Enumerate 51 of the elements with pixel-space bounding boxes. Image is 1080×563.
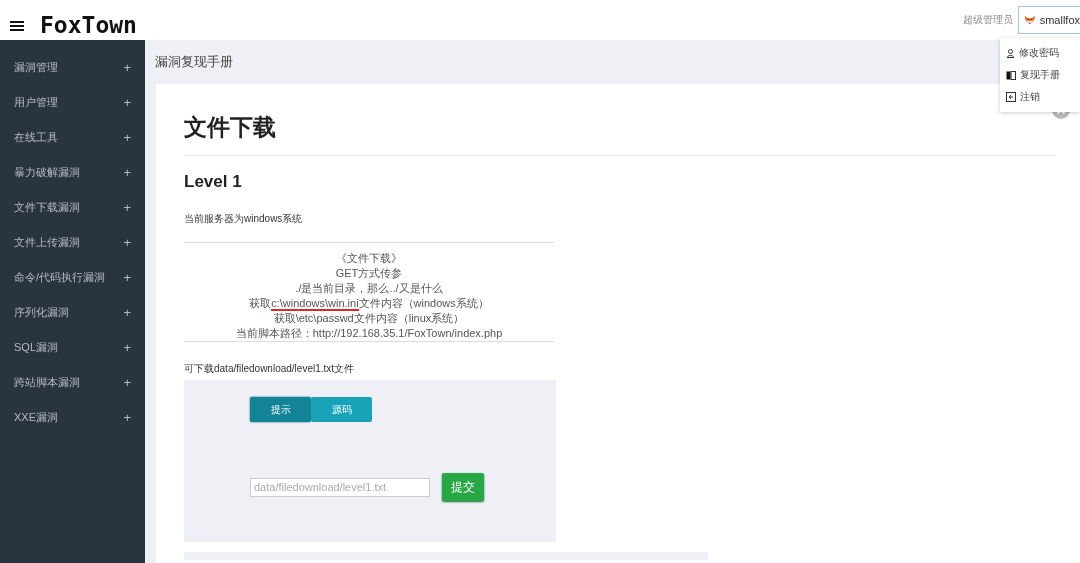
- sidebar-item[interactable]: 漏洞管理 +: [0, 50, 145, 85]
- sidebar-item[interactable]: 命令/代码执行漏洞 +: [0, 260, 145, 295]
- input-field[interactable]: data/filedownload/level1.txt: [250, 477, 430, 497]
- user-role: 超级管理员: [963, 13, 1013, 27]
- note-line: ./是当前目录，那么../又是什么: [294, 281, 444, 296]
- user-menu-button[interactable]: smallfox: [1018, 6, 1080, 34]
- sidebar-label: 暴力破解漏洞: [14, 165, 80, 180]
- expand-toggle[interactable]: +: [123, 60, 131, 75]
- note-line: 获取\etc\passwd文件内容（linux系统）: [272, 311, 466, 326]
- level-heading: Level 1: [184, 172, 243, 192]
- breadcrumb: 漏洞复现手册: [155, 53, 233, 71]
- sidebar-item[interactable]: 序列化漏洞 +: [0, 295, 145, 330]
- expand-toggle[interactable]: +: [123, 375, 131, 390]
- sidebar-item[interactable]: 暴力破解漏洞 +: [0, 155, 145, 190]
- sidebar-label: 用户管理: [14, 95, 58, 110]
- sidebar-label: 文件上传漏洞: [14, 235, 80, 250]
- expand-toggle[interactable]: +: [123, 410, 131, 425]
- menu-item[interactable]: 注销: [1000, 86, 1080, 108]
- sidebar-item[interactable]: 在线工具 +: [0, 120, 145, 155]
- sidebar-label: 在线工具: [14, 130, 58, 145]
- note-line: 获取c:\windows\win.ini文件内容（windows系统）: [248, 296, 490, 311]
- sidebar-item[interactable]: 文件下载漏洞 +: [0, 190, 145, 225]
- sidebar-item[interactable]: SQL漏洞 +: [0, 330, 145, 365]
- sidebar-item[interactable]: XXE漏洞 +: [0, 400, 145, 435]
- app-logo: FoxTown: [40, 12, 137, 38]
- sidebar-label: 漏洞管理: [14, 60, 58, 75]
- expand-toggle[interactable]: +: [123, 340, 131, 355]
- expand-toggle[interactable]: +: [123, 165, 131, 180]
- expand-toggle[interactable]: +: [123, 305, 131, 320]
- expand-toggle[interactable]: +: [123, 235, 131, 250]
- note-line: 当前脚本路径：http://192.168.35.1/FoxTown/index.php: [234, 326, 504, 341]
- sidebar-label: 文件下载漏洞: [14, 200, 80, 215]
- download-note: 可下载data/filedownload/level1.txt文件: [184, 362, 356, 376]
- tab[interactable]: 提示: [250, 397, 311, 422]
- note-line: GET方式传参: [334, 266, 404, 281]
- menu-item[interactable]: 修改密码: [1000, 42, 1080, 64]
- sidebar-label: 跨站脚本漏洞: [14, 375, 80, 390]
- sidebar-item[interactable]: 跨站脚本漏洞 +: [0, 365, 145, 400]
- sidebar-label: SQL漏洞: [14, 340, 58, 355]
- sidebar-item[interactable]: 用户管理 +: [0, 85, 145, 120]
- expand-toggle[interactable]: +: [123, 130, 131, 145]
- server-note: 当前服务器为windows系统: [184, 212, 304, 226]
- sidebar-label: 序列化漏洞: [14, 305, 69, 320]
- expand-toggle[interactable]: +: [123, 200, 131, 215]
- note-line: 《文件下载》: [335, 251, 403, 266]
- expand-toggle[interactable]: +: [123, 95, 131, 110]
- sidebar-label: XXE漏洞: [14, 410, 58, 425]
- menu-item[interactable]: 复现手册: [1000, 64, 1080, 86]
- expand-toggle[interactable]: +: [123, 270, 131, 285]
- sidebar-item[interactable]: 文件上传漏洞 +: [0, 225, 145, 260]
- sidebar-label: 命令/代码执行漏洞: [14, 270, 106, 285]
